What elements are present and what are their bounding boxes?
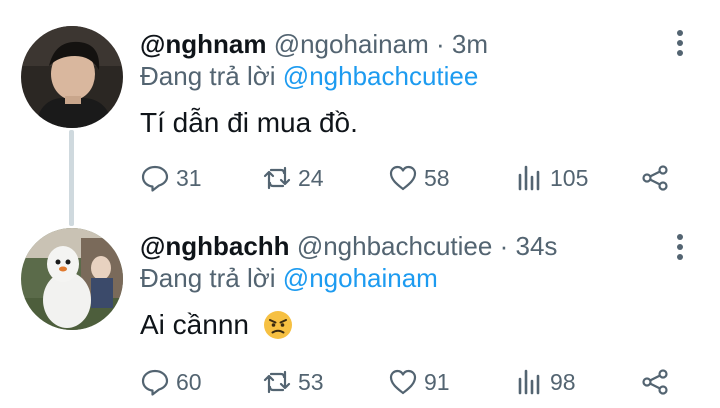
like-icon bbox=[389, 165, 417, 191]
avatar-photo bbox=[21, 228, 123, 330]
tweet-text: Tí dẫn đi mua đồ. bbox=[140, 106, 358, 140]
replying-to-link[interactable]: @ngohainam bbox=[283, 263, 438, 293]
separator-dot: · bbox=[436, 29, 445, 59]
views-button[interactable]: 98 bbox=[514, 364, 576, 400]
share-button[interactable] bbox=[640, 364, 670, 400]
views-icon bbox=[518, 369, 540, 395]
display-name[interactable]: @nghbachh bbox=[140, 231, 290, 261]
reply-button[interactable]: 31 bbox=[140, 160, 202, 196]
user-handle[interactable]: @ngohainam bbox=[274, 29, 429, 59]
tweet-text-content: Ai cầnnn bbox=[140, 309, 249, 340]
replying-to: Đang trả lời @ngohainam bbox=[140, 262, 438, 294]
angry-face-emoji bbox=[263, 310, 293, 340]
share-button[interactable] bbox=[640, 160, 670, 196]
like-icon bbox=[389, 369, 417, 395]
timestamp[interactable]: 3m bbox=[452, 29, 488, 59]
tweet-actions: 31 24 58 105 bbox=[140, 160, 680, 196]
reply-button[interactable]: 60 bbox=[140, 364, 202, 400]
tweet-actions: 60 53 91 98 bbox=[140, 364, 680, 400]
retweet-button[interactable]: 24 bbox=[262, 160, 324, 196]
avatar[interactable] bbox=[21, 26, 123, 128]
reply-count: 31 bbox=[176, 164, 202, 191]
display-name[interactable]: @nghnam bbox=[140, 29, 266, 59]
separator-dot: · bbox=[499, 231, 509, 261]
retweet-icon bbox=[263, 166, 291, 190]
tweet-header: @nghbachh @nghbachcutiee · 34s bbox=[140, 230, 557, 262]
avatar[interactable] bbox=[21, 228, 123, 330]
replying-to: Đang trả lời @nghbachcutiee bbox=[140, 60, 478, 92]
views-icon bbox=[518, 165, 540, 191]
avatar-photo bbox=[21, 26, 123, 128]
tweet[interactable]: @nghbachh @nghbachcutiee · 34s Đang trả … bbox=[0, 204, 720, 408]
like-count: 58 bbox=[424, 164, 450, 191]
reply-icon bbox=[141, 369, 169, 396]
view-count: 98 bbox=[550, 368, 576, 395]
reply-icon bbox=[141, 165, 169, 192]
tweet-text: Ai cầnnn bbox=[140, 308, 293, 342]
user-handle[interactable]: @nghbachcutiee bbox=[297, 231, 493, 261]
views-button[interactable]: 105 bbox=[514, 160, 588, 196]
replying-to-link[interactable]: @nghbachcutiee bbox=[283, 61, 479, 91]
retweet-button[interactable]: 53 bbox=[262, 364, 324, 400]
replying-to-label: Đang trả lời bbox=[140, 263, 276, 293]
replying-to-label: Đang trả lời bbox=[140, 61, 276, 91]
like-button[interactable]: 91 bbox=[388, 364, 450, 400]
tweet-header: @nghnam @ngohainam · 3m bbox=[140, 28, 488, 60]
like-count: 91 bbox=[424, 368, 450, 395]
timestamp[interactable]: 34s bbox=[516, 231, 558, 261]
retweet-icon bbox=[263, 370, 291, 394]
share-icon bbox=[642, 165, 668, 191]
retweet-count: 53 bbox=[298, 368, 324, 395]
reply-count: 60 bbox=[176, 368, 202, 395]
tweet[interactable]: @nghnam @ngohainam · 3m Đang trả lời @ng… bbox=[0, 0, 720, 226]
like-button[interactable]: 58 bbox=[388, 160, 450, 196]
more-icon[interactable] bbox=[670, 28, 690, 58]
more-icon[interactable] bbox=[670, 232, 690, 262]
tweet-text-content: Tí dẫn đi mua đồ. bbox=[140, 107, 358, 138]
share-icon bbox=[642, 369, 668, 395]
retweet-count: 24 bbox=[298, 164, 324, 191]
view-count: 105 bbox=[550, 164, 589, 191]
